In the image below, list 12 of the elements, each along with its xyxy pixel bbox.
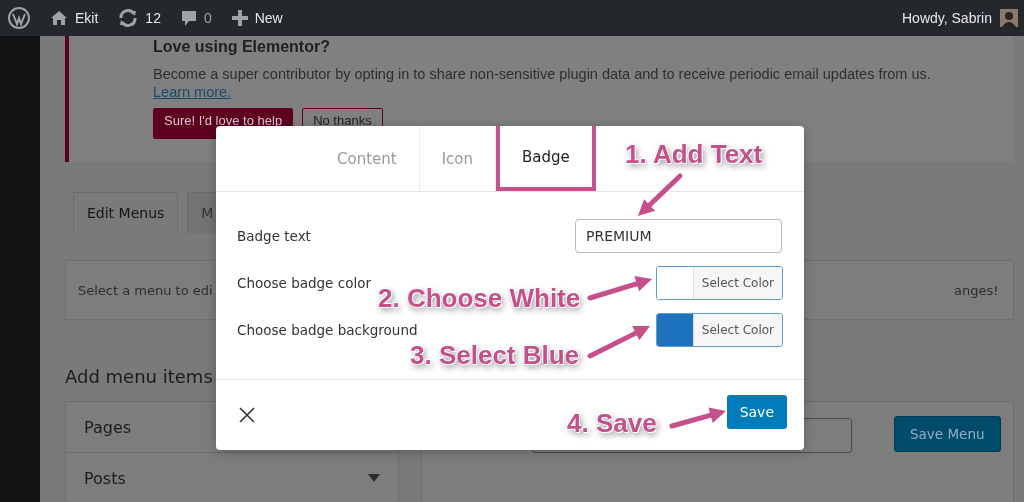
- annotation-label: 2. Choose White: [378, 283, 581, 314]
- notice-text: Become a super contributor by opting in to share non-sensitive plugin data and to receive periodic email updates from us.: [153, 66, 932, 82]
- annotation-label: 3. Select Blue: [410, 340, 580, 371]
- section-heading: Add menu items: [65, 366, 213, 387]
- menu-hint-text: anges!: [954, 282, 999, 298]
- annotation-label: 1. Add Text: [625, 139, 763, 170]
- field-label: Badge text: [237, 227, 311, 244]
- field-label: Choose badge background: [237, 321, 418, 338]
- menu-hint-text: Select a menu to edi: [78, 282, 213, 298]
- notice-title: Love using Elementor?: [153, 38, 331, 56]
- field-label: Choose badge color: [237, 274, 371, 291]
- annotation-label: 4. Save: [567, 408, 657, 439]
